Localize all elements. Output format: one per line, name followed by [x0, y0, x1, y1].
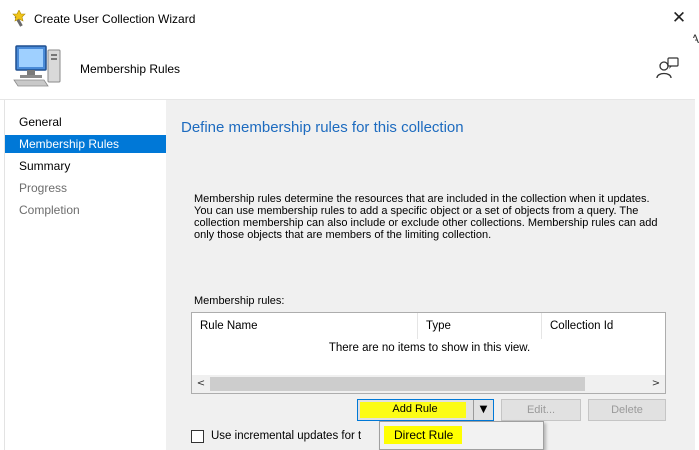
description-text: Membership rules determine the resources… [194, 193, 658, 241]
page-heading: Define membership rules for this collect… [181, 119, 464, 136]
membership-rules-list[interactable]: Rule Name Type Collection Id There are n… [191, 312, 666, 394]
scrollbar-thumb[interactable] [210, 377, 585, 391]
computer-icon [13, 45, 61, 87]
window-title: Create User Collection Wizard [34, 12, 196, 26]
dropdown-arrow-icon[interactable]: ▼ [474, 402, 493, 418]
column-header-collection-id[interactable]: Collection Id [542, 313, 666, 339]
horizontal-scrollbar[interactable]: < > [192, 375, 665, 393]
nav-item-membership-rules[interactable]: Membership Rules [5, 135, 166, 153]
header-title: Membership Rules [80, 62, 181, 76]
scroll-left-arrow-icon[interactable]: < [192, 375, 210, 393]
empty-list-message: There are no items to show in this view. [328, 342, 531, 354]
wizard-header: Membership Rules [0, 38, 695, 100]
add-rule-dropdown-menu: Direct Rule [379, 421, 544, 450]
wizard-wand-icon [12, 10, 26, 27]
membership-rules-label: Membership rules: [194, 295, 285, 307]
column-header-rule-name[interactable]: Rule Name [192, 313, 418, 339]
nav-item-progress: Progress [19, 181, 68, 195]
title-bar: Create User Collection Wizard ✕ [0, 0, 699, 38]
edit-button[interactable]: Edit... [501, 399, 581, 421]
column-header-type[interactable]: Type [418, 313, 542, 339]
add-rule-label[interactable]: Add Rule [358, 403, 472, 415]
nav-item-completion: Completion [19, 203, 80, 217]
wizard-nav: General Membership Rules Summary Progres… [4, 100, 166, 450]
nav-item-general[interactable]: General [5, 113, 166, 131]
scroll-right-arrow-icon[interactable]: > [647, 375, 665, 393]
nav-item-summary[interactable]: Summary [5, 157, 166, 175]
delete-button[interactable]: Delete [588, 399, 666, 421]
incremental-updates-checkbox[interactable] [191, 430, 204, 443]
menu-item-direct-rule[interactable]: Direct Rule [384, 426, 462, 444]
main-panel: Define membership rules for this collect… [166, 100, 695, 450]
add-rule-button[interactable]: Add Rule ▼ [357, 399, 494, 421]
close-button[interactable]: ✕ [668, 8, 690, 30]
help-icon[interactable] [654, 56, 680, 80]
incremental-updates-label[interactable]: Use incremental updates for this collect… [211, 430, 361, 442]
